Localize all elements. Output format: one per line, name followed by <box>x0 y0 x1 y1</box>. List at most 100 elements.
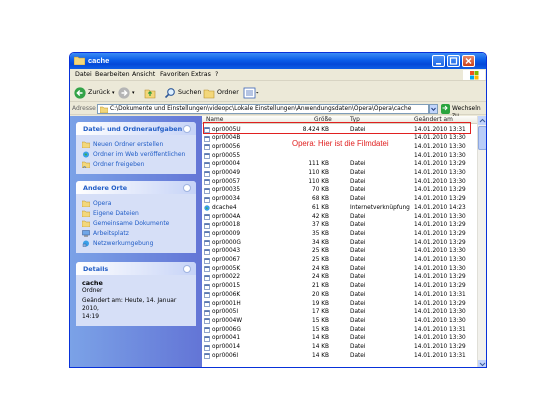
place-label: Arbeitsplatz <box>93 229 129 237</box>
search-label: Suchen <box>178 89 202 96</box>
table-row[interactable]: dcache4 61 KB Internetverknüpfung 14.01.201… <box>202 204 477 212</box>
minimize-button[interactable] <box>432 55 445 67</box>
table-row[interactable]: opr00015 21 KB Datei 14.01.2010 13:29 <box>202 283 477 291</box>
place-my-documents[interactable]: Eigene Dateien <box>82 208 190 218</box>
file-date: 14.01.2010 13:29 <box>414 344 466 350</box>
table-row[interactable]: opr0005K 24 KB Datei 14.01.2010 13:30 <box>202 265 477 273</box>
table-row[interactable]: opr00009 35 KB Datei 14.01.2010 13:29 <box>202 230 477 238</box>
view-button[interactable] <box>243 86 259 99</box>
file-type: Datei <box>350 274 366 281</box>
menu-datei[interactable]: Datei <box>75 71 92 78</box>
forward-button[interactable]: ▾ <box>118 86 135 99</box>
file-date: 14.01.2010 13:29 <box>414 274 466 281</box>
maximize-icon <box>449 57 458 65</box>
minimize-icon <box>436 63 441 65</box>
table-row[interactable]: opr00004 111 KB Datei 14.01.2010 13:29 <box>202 161 477 169</box>
file-size: 111 KB <box>308 161 329 168</box>
table-row[interactable]: opr00022 24 KB Datei 14.01.2010 13:29 <box>202 274 477 282</box>
vertical-scrollbar[interactable] <box>477 116 486 367</box>
table-row[interactable]: opr00067 25 KB Datei 14.01.2010 13:30 <box>202 257 477 265</box>
table-row[interactable]: opr00049 110 KB Datei 14.01.2010 13:30 <box>202 170 477 178</box>
collapse-icon[interactable] <box>183 125 191 133</box>
folders-button[interactable]: Ordner <box>203 86 239 99</box>
file-date: 14.01.2010 13:30 <box>414 257 466 263</box>
menu-favoriten[interactable]: Favoriten <box>160 71 189 78</box>
file-date: 14.01.2010 13:30 <box>414 309 466 316</box>
table-row[interactable]: opr00035 70 KB Datei 14.01.2010 13:29 <box>202 187 477 195</box>
file-name: opr0006G <box>212 326 241 333</box>
up-folder-button[interactable] <box>144 86 156 99</box>
file-date: 14.01.2010 13:31 <box>414 326 466 333</box>
table-row[interactable]: opr0001H 19 KB Datei 14.01.2010 13:29 <box>202 300 477 308</box>
file-name: opr00014 <box>212 344 241 350</box>
folders-label: Ordner <box>217 89 239 96</box>
table-row[interactable]: opr0000G 34 KB Datei 14.01.2010 13:29 <box>202 239 477 247</box>
table-row[interactable]: opr0004A 42 KB Datei 14.01.2010 13:30 <box>202 213 477 221</box>
collapse-icon[interactable] <box>183 265 191 273</box>
menu-ansicht[interactable]: Ansicht <box>132 71 155 78</box>
chevron-down-icon: ▾ <box>112 89 115 96</box>
file-icon <box>204 309 210 316</box>
address-label: Adresse <box>72 105 96 112</box>
shared-folder-icon <box>82 220 90 227</box>
table-row[interactable]: opr0006I 14 KB Datei 14.01.2010 13:31 <box>202 352 477 360</box>
address-input[interactable]: C:\Dokumente und Einstellungen\videopc\L… <box>97 104 429 114</box>
file-list[interactable]: Name Größe Typ Geändert am opr0005U 8.424… <box>202 116 486 367</box>
place-label: Eigene Dateien <box>93 209 139 217</box>
table-row[interactable]: opr00018 37 KB Datei 14.01.2010 13:29 <box>202 222 477 230</box>
menu-extras[interactable]: Extras <box>191 71 211 78</box>
table-row[interactable]: opr0005I 17 KB Datei 14.01.2010 13:30 <box>202 309 477 317</box>
scroll-up-button[interactable] <box>478 116 486 125</box>
title-bar[interactable]: cache <box>70 53 486 69</box>
place-opera[interactable]: Opera <box>82 198 190 208</box>
search-button[interactable]: Suchen <box>164 86 201 99</box>
file-date: 14.01.2010 13:29 <box>414 230 466 237</box>
scroll-thumb[interactable] <box>478 126 486 150</box>
table-row[interactable]: opr00057 110 KB Datei 14.01.2010 13:30 <box>202 178 477 186</box>
address-dropdown[interactable] <box>429 104 438 114</box>
file-icon <box>204 301 210 307</box>
file-size: 61 KB <box>312 204 329 211</box>
table-row[interactable]: opr00055 14.01.2010 13:30 <box>202 152 477 160</box>
table-row[interactable]: opr00043 25 KB Datei 14.01.2010 13:30 <box>202 248 477 256</box>
place-label: Gemeinsame Dokumente <box>93 219 170 227</box>
maximize-button[interactable] <box>447 55 460 67</box>
table-row[interactable]: opr00014 14 KB Datei 14.01.2010 13:29 <box>202 344 477 352</box>
place-network[interactable]: Netzwerkumgebung <box>82 238 190 248</box>
toolbar: Zurück ▾ ▾ Suchen Ordner <box>70 82 486 102</box>
table-row[interactable]: opr00041 14 KB Datei 14.01.2010 13:30 <box>202 335 477 343</box>
table-row[interactable]: opr0004W 15 KB Datei 14.01.2010 13:30 <box>202 317 477 325</box>
file-date: 14.01.2010 13:30 <box>414 178 466 185</box>
details-header[interactable]: Details <box>76 262 196 275</box>
file-icon <box>204 161 210 168</box>
menu-help[interactable]: ? <box>215 71 218 78</box>
file-name: dcache4 <box>212 204 237 211</box>
task-new-folder[interactable]: Neuen Ordner erstellen <box>82 139 190 149</box>
file-name: opr0001H <box>212 300 241 307</box>
file-size: 24 KB <box>312 265 329 272</box>
table-row[interactable]: opr00034 68 KB Datei 14.01.2010 13:29 <box>202 196 477 204</box>
menu-bearbeiten[interactable]: Bearbeiten <box>95 71 130 78</box>
task-share-folder[interactable]: Ordner freigeben <box>82 159 190 169</box>
chevron-down-icon <box>479 362 486 367</box>
place-label: Opera <box>93 199 112 207</box>
table-row[interactable]: opr0006G 15 KB Datei 14.01.2010 13:31 <box>202 326 477 334</box>
other-places-panel: Andere Orte Opera Eigene Dateien Gemeins… <box>76 181 196 253</box>
task-publish-web[interactable]: Ordner im Web veröffentlichen <box>82 149 190 159</box>
place-my-computer[interactable]: Arbeitsplatz <box>82 228 190 238</box>
file-icon <box>204 179 210 185</box>
task-label: Neuen Ordner erstellen <box>93 140 164 148</box>
scroll-down-button[interactable] <box>478 360 486 367</box>
file-size: 17 KB <box>312 309 329 316</box>
close-button[interactable] <box>462 55 475 67</box>
collapse-icon[interactable] <box>183 184 191 192</box>
file-icon <box>204 353 210 359</box>
file-tasks-header[interactable]: Datei- und Ordneraufgaben <box>76 122 196 135</box>
go-button[interactable] <box>441 104 450 114</box>
place-shared-documents[interactable]: Gemeinsame Dokumente <box>82 218 190 228</box>
table-row[interactable]: opr0006K 20 KB Datei 14.01.2010 13:31 <box>202 291 477 299</box>
back-button[interactable]: Zurück ▾ <box>74 86 115 99</box>
file-type: Datei <box>350 317 366 324</box>
file-icon <box>204 153 210 159</box>
other-places-header[interactable]: Andere Orte <box>76 181 196 194</box>
